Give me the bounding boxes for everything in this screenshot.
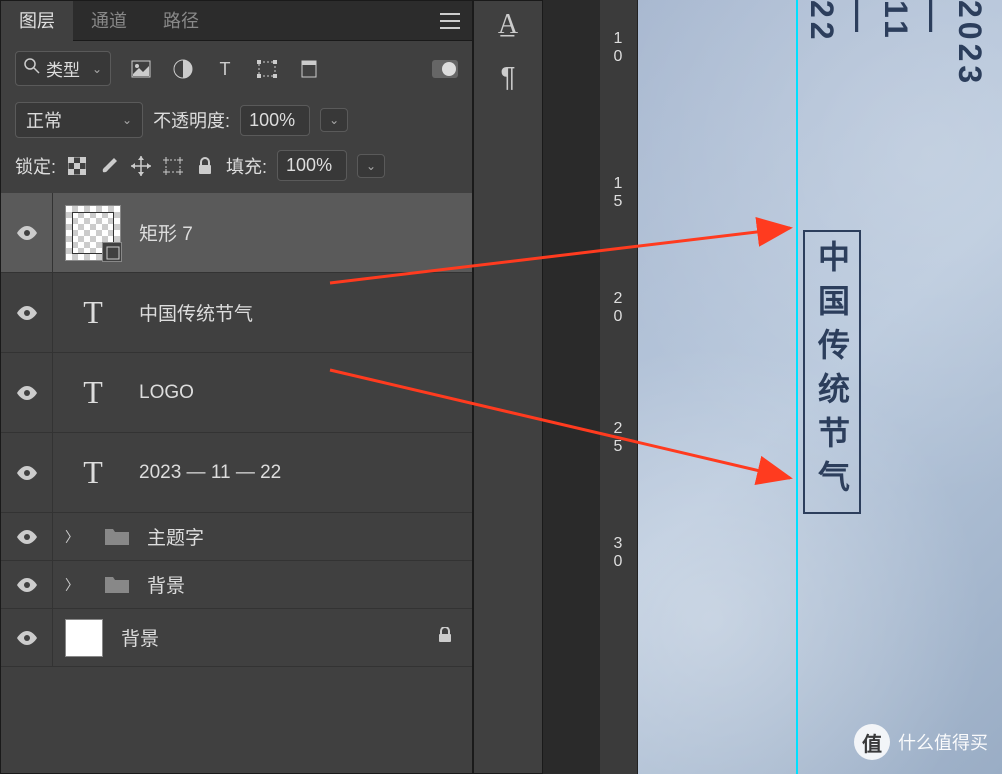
tab-channels[interactable]: 通道	[73, 1, 145, 41]
blend-mode-dropdown[interactable]: 正常 ⌄	[15, 102, 143, 138]
chevron-down-icon: ⌄	[92, 62, 102, 76]
guide-line[interactable]	[796, 0, 798, 774]
layer-list: 矩形 7 T 中国传统节气 T LOGO T 2023 — 11 — 22	[1, 193, 472, 667]
layer-name[interactable]: 2023 — 11 — 22	[139, 462, 281, 484]
ruler-mark: 15	[599, 175, 637, 211]
lock-brush-icon[interactable]	[98, 155, 120, 177]
blend-mode-value: 正常	[26, 107, 62, 133]
opacity-dropdown-icon[interactable]: ⌄	[320, 108, 348, 132]
layer-item-group1[interactable]: 〉 主题字	[1, 513, 472, 561]
lock-label: 锁定:	[15, 153, 56, 179]
filter-pixel-icon[interactable]	[129, 57, 153, 81]
layers-panel: 图层 通道 路径 类型 ⌄ T	[0, 0, 473, 774]
text-layer-icon: T	[65, 445, 121, 501]
lock-transparency-icon[interactable]	[66, 155, 88, 177]
filter-smartobject-icon[interactable]	[297, 57, 321, 81]
layer-name[interactable]: 矩形 7	[139, 219, 193, 246]
canvas-date-text[interactable]: 2023—11—22	[803, 0, 988, 87]
ruler-mark: 20	[599, 290, 637, 326]
ruler-mark: 30	[599, 535, 637, 571]
watermark: 值 什么值得买	[854, 724, 988, 760]
layer-name[interactable]: 中国传统节气	[139, 299, 253, 326]
folder-icon	[105, 527, 129, 547]
layer-item-rect7[interactable]: 矩形 7	[1, 193, 472, 273]
fill-dropdown-icon[interactable]: ⌄	[357, 154, 385, 178]
fill-input[interactable]: 100%	[277, 150, 347, 181]
filter-row: 类型 ⌄ T	[1, 41, 472, 96]
date-month: 11	[878, 0, 914, 42]
lock-icon[interactable]	[438, 627, 452, 648]
lock-position-icon[interactable]	[130, 155, 152, 177]
layer-item-logo[interactable]: T LOGO	[1, 353, 472, 433]
lock-all-icon[interactable]	[194, 155, 216, 177]
filter-type-label: 类型	[46, 56, 80, 81]
layer-item-group2[interactable]: 〉 背景	[1, 561, 472, 609]
canvas-boxed-text[interactable]: 中国传统节气	[803, 230, 861, 514]
text-layer-icon: T	[65, 285, 121, 341]
layer-thumbnail[interactable]	[65, 205, 121, 261]
paragraph-icon[interactable]: ¶	[500, 61, 515, 93]
fill-label: 填充:	[226, 153, 267, 179]
layer-item-text1[interactable]: T 中国传统节气	[1, 273, 472, 353]
visibility-icon[interactable]	[17, 631, 37, 645]
shape-badge-icon	[102, 242, 122, 262]
visibility-icon[interactable]	[17, 306, 37, 320]
ruler-vertical[interactable]: 10 15 20 25 30	[600, 0, 638, 774]
filter-type-icon[interactable]: T	[213, 57, 237, 81]
lock-row: 锁定: 填充: 100% ⌄	[1, 144, 472, 187]
folder-icon	[105, 575, 129, 595]
blend-row: 正常 ⌄ 不透明度: 100% ⌄	[1, 96, 472, 144]
panel-menu-icon[interactable]	[440, 13, 460, 29]
text-layer-icon: T	[65, 365, 121, 421]
visibility-icon[interactable]	[17, 578, 37, 592]
layer-name[interactable]: 背景	[121, 624, 159, 651]
date-day: 22	[804, 0, 840, 44]
watermark-text: 什么值得买	[898, 729, 988, 755]
tab-layers[interactable]: 图层	[1, 1, 73, 41]
ruler-mark: 10	[599, 30, 637, 66]
panel-tabs: 图层 通道 路径	[1, 1, 472, 41]
tab-paths[interactable]: 路径	[145, 1, 217, 41]
opacity-input[interactable]: 100%	[240, 105, 310, 136]
layer-item-date[interactable]: T 2023 — 11 — 22	[1, 433, 472, 513]
ruler-area: 10 15 20 25 30	[543, 0, 638, 774]
visibility-icon[interactable]	[17, 530, 37, 544]
layer-item-background[interactable]: 背景	[1, 609, 472, 667]
visibility-icon[interactable]	[17, 386, 37, 400]
ruler-mark: 25	[599, 420, 637, 456]
lock-artboard-icon[interactable]	[162, 155, 184, 177]
date-year: 2023	[952, 0, 988, 87]
expand-arrow-icon[interactable]: 〉	[65, 575, 79, 595]
expand-arrow-icon[interactable]: 〉	[65, 527, 79, 547]
layer-thumbnail[interactable]	[65, 619, 103, 657]
char-panel-icon[interactable]: A̲	[498, 9, 518, 41]
tool-strip: A̲ ¶	[473, 0, 543, 774]
filter-toggle[interactable]	[432, 60, 458, 78]
filter-shape-icon[interactable]	[255, 57, 279, 81]
watermark-badge: 值	[854, 724, 890, 760]
search-icon	[24, 58, 40, 79]
filter-type-dropdown[interactable]: 类型 ⌄	[15, 51, 111, 86]
layer-name[interactable]: 主题字	[147, 523, 204, 550]
filter-adjustment-icon[interactable]	[171, 57, 195, 81]
visibility-icon[interactable]	[17, 226, 37, 240]
visibility-icon[interactable]	[17, 466, 37, 480]
layer-name[interactable]: 背景	[147, 571, 185, 598]
canvas[interactable]: 2023—11—22 中国传统节气	[638, 0, 1002, 774]
layer-name[interactable]: LOGO	[139, 382, 194, 404]
opacity-label: 不透明度:	[153, 107, 230, 133]
chevron-down-icon: ⌄	[122, 113, 132, 127]
svg-text:T: T	[220, 60, 231, 78]
